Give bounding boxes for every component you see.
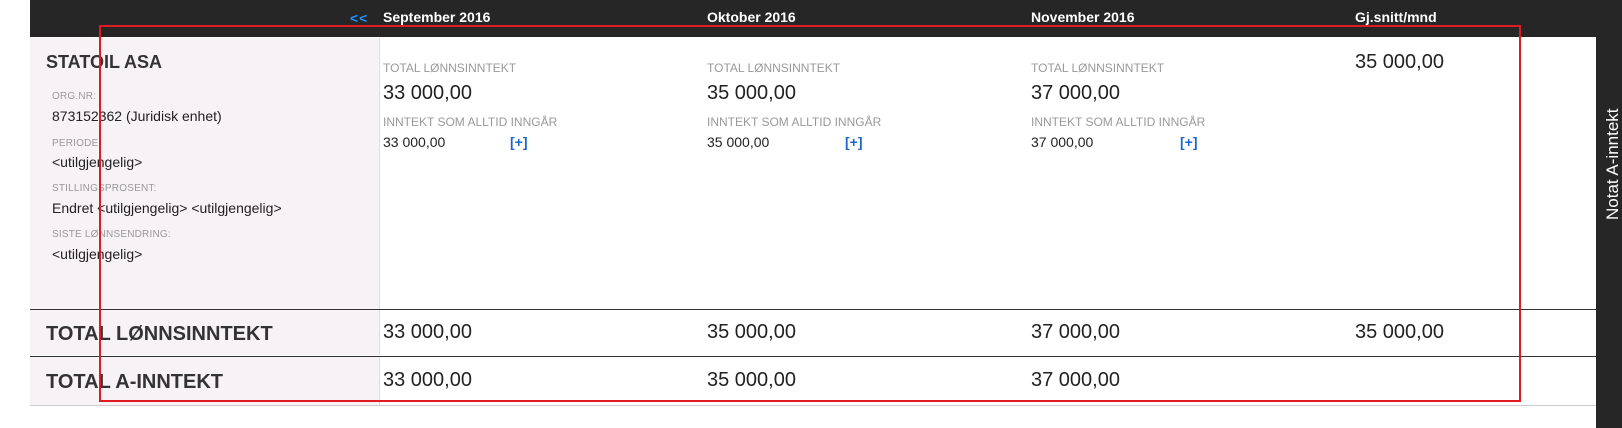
employer-average-value: 35 000,00 xyxy=(1355,51,1444,73)
summary-value-november: 37 000,00 xyxy=(1031,321,1120,343)
inntekt-alltid-label: INNTEKT SOM ALLTID INNGÅR xyxy=(1031,115,1206,129)
average-header: Gj.snitt/mnd xyxy=(1355,9,1437,25)
total-lonnsinntekt-value: 35 000,00 xyxy=(707,82,796,104)
employer-panel xyxy=(30,38,380,309)
inntekt-alltid-label: INNTEKT SOM ALLTID INNGÅR xyxy=(383,115,558,129)
summary-total-lonnsinntekt-title: TOTAL LØNNSINNTEKT xyxy=(46,323,273,345)
previous-months-button[interactable]: << xyxy=(350,10,368,26)
total-lonnsinntekt-label: TOTAL LØNNSINNTEKT xyxy=(707,61,841,75)
employer-name: STATOIL ASA xyxy=(46,52,163,72)
summary-value-oktober: 35 000,00 xyxy=(707,369,796,391)
periode-label: PERIODE: xyxy=(52,138,102,149)
month-header-november: November 2016 xyxy=(1031,9,1135,25)
total-lonnsinntekt-label: TOTAL LØNNSINNTEKT xyxy=(1031,61,1165,75)
total-lonnsinntekt-label: TOTAL LØNNSINNTEKT xyxy=(383,61,517,75)
notat-a-inntekt-tab[interactable]: Notat A-inntekt xyxy=(1603,84,1622,244)
org-nr-value: 873152362 (Juridisk enhet) xyxy=(52,108,222,124)
total-lonnsinntekt-value: 33 000,00 xyxy=(383,82,472,104)
summary-value-oktober: 35 000,00 xyxy=(707,321,796,343)
total-lonnsinntekt-value: 37 000,00 xyxy=(1031,82,1120,104)
inntekt-alltid-value: 35 000,00 xyxy=(707,134,770,150)
summary-value-november: 37 000,00 xyxy=(1031,369,1120,391)
inntekt-alltid-label: INNTEKT SOM ALLTID INNGÅR xyxy=(707,115,882,129)
stillingsprosent-label: STILLINGSPROSENT: xyxy=(52,183,157,194)
month-header-september: September 2016 xyxy=(383,9,491,25)
siste-lonnsendring-label: SISTE LØNNSENDRING: xyxy=(52,229,171,240)
org-nr-label: ORG.NR: xyxy=(52,91,97,102)
inntekt-alltid-value: 37 000,00 xyxy=(1031,134,1094,150)
siste-lonnsendring-value: <utilgjengelig> xyxy=(52,246,143,262)
month-header-oktober: Oktober 2016 xyxy=(707,9,796,25)
inntekt-alltid-value: 33 000,00 xyxy=(383,134,446,150)
table-bottom-border xyxy=(30,405,1596,406)
summary-average-value: 35 000,00 xyxy=(1355,321,1444,343)
expand-button[interactable]: [+] xyxy=(510,134,528,150)
expand-button[interactable]: [+] xyxy=(845,134,863,150)
summary-value-september: 33 000,00 xyxy=(383,321,472,343)
periode-value: <utilgjengelig> xyxy=(52,154,143,170)
summary-value-september: 33 000,00 xyxy=(383,369,472,391)
stillingsprosent-value: Endret <utilgjengelig> <utilgjengelig> xyxy=(52,200,282,216)
expand-button[interactable]: [+] xyxy=(1180,134,1198,150)
summary-total-a-inntekt-title: TOTAL A-INNTEKT xyxy=(46,371,224,393)
